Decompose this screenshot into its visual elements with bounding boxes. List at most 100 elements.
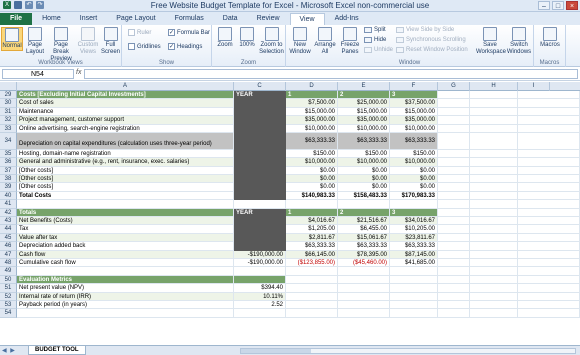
cell-e-50[interactable] xyxy=(338,275,390,285)
cell-i-50[interactable] xyxy=(518,275,580,285)
cell-d-51[interactable] xyxy=(286,284,338,293)
cell-i-48[interactable] xyxy=(518,259,580,268)
cell-h-41[interactable] xyxy=(470,200,518,209)
reset-window-position-button[interactable]: Reset Window Position xyxy=(396,47,468,53)
cell-d-34[interactable]: $63,333.33 xyxy=(286,133,338,150)
cell-h-51[interactable] xyxy=(470,284,518,293)
cell-e-34[interactable]: $63,333.33 xyxy=(338,133,390,150)
custom-views-button[interactable]: Custom Views xyxy=(77,27,99,56)
cell-c-45[interactable] xyxy=(234,233,286,243)
maximize-icon[interactable]: □ xyxy=(552,1,564,10)
cell-h-49[interactable] xyxy=(470,267,518,276)
synchronous-scrolling-button[interactable]: Synchronous Scrolling xyxy=(396,37,466,43)
cell-d-48[interactable]: ($123,855.00) xyxy=(286,259,338,268)
row-header[interactable]: 30 xyxy=(0,99,17,108)
cell-g-36[interactable] xyxy=(438,158,470,167)
cell-a-40[interactable]: Total Costs xyxy=(17,191,234,201)
cell-h-50[interactable] xyxy=(470,275,518,285)
cell-h-45[interactable] xyxy=(470,233,518,243)
name-box[interactable]: N54 xyxy=(2,69,74,79)
formula-input[interactable] xyxy=(84,69,578,79)
cell-a-37[interactable]: [Other costs] xyxy=(17,166,234,175)
cell-i-49[interactable] xyxy=(518,267,580,276)
cell-c-39[interactable] xyxy=(234,183,286,192)
page-break-preview-button[interactable]: Page Break Preview xyxy=(47,27,75,63)
cell-i-30[interactable] xyxy=(518,99,580,108)
cell-d-40[interactable]: $140,983.33 xyxy=(286,191,338,201)
cell-a-38[interactable]: [Other costs] xyxy=(17,175,234,184)
cell-a-29[interactable]: Costs [Excluding Initial Capital Investm… xyxy=(17,91,234,100)
cell-f-48[interactable]: $41,685.00 xyxy=(390,259,438,268)
cell-d-44[interactable]: $1,205.00 xyxy=(286,225,338,234)
cell-f-45[interactable]: $23,811.67 xyxy=(390,233,438,243)
cell-a-47[interactable]: Cash flow xyxy=(17,250,234,259)
horizontal-scrollbar[interactable] xyxy=(240,348,576,354)
cell-a-49[interactable] xyxy=(17,267,234,276)
cell-f-30[interactable]: $37,500.00 xyxy=(390,99,438,108)
cell-c-43[interactable] xyxy=(234,217,286,226)
cell-d-45[interactable]: $2,811.67 xyxy=(286,233,338,243)
row-header[interactable]: 45 xyxy=(0,233,17,243)
row-header[interactable]: 54 xyxy=(0,309,17,318)
cell-d-29[interactable]: 1 xyxy=(286,91,338,100)
cell-h-36[interactable] xyxy=(470,158,518,167)
cell-h-30[interactable] xyxy=(470,99,518,108)
cell-e-41[interactable] xyxy=(338,200,390,209)
tab-add-ins[interactable]: Add-Ins xyxy=(326,13,368,25)
tab-page-layout[interactable]: Page Layout xyxy=(107,13,164,25)
cell-i-54[interactable] xyxy=(518,309,580,318)
normal-view-button[interactable]: Normal xyxy=(1,27,23,51)
row-header[interactable]: 39 xyxy=(0,183,17,192)
row-header[interactable]: 47 xyxy=(0,250,17,259)
cell-g-30[interactable] xyxy=(438,99,470,108)
cell-c-32[interactable] xyxy=(234,116,286,125)
cell-c-48[interactable]: -$190,000.00 xyxy=(234,259,286,268)
row-header[interactable]: 49 xyxy=(0,267,17,276)
row-header[interactable]: 44 xyxy=(0,225,17,234)
cell-h-43[interactable] xyxy=(470,217,518,226)
cell-i-35[interactable] xyxy=(518,149,580,159)
fx-icon[interactable]: fx xyxy=(76,69,81,76)
cell-c-49[interactable] xyxy=(234,267,286,276)
cell-i-47[interactable] xyxy=(518,250,580,259)
cell-i-32[interactable] xyxy=(518,116,580,125)
cell-a-33[interactable]: Online advertising, search-engine regist… xyxy=(17,124,234,133)
column-header-c[interactable]: C xyxy=(234,82,286,91)
cell-g-34[interactable] xyxy=(438,133,470,150)
cell-g-54[interactable] xyxy=(438,309,470,318)
cell-i-34[interactable] xyxy=(518,133,580,150)
cell-a-44[interactable]: Tax xyxy=(17,225,234,234)
cell-d-46[interactable]: $63,333.33 xyxy=(286,242,338,251)
cell-f-37[interactable]: $0.00 xyxy=(390,166,438,175)
cell-i-45[interactable] xyxy=(518,233,580,243)
row-header[interactable]: 33 xyxy=(0,124,17,133)
cell-c-38[interactable] xyxy=(234,175,286,184)
cell-e-46[interactable]: $63,333.33 xyxy=(338,242,390,251)
cell-f-35[interactable]: $150.00 xyxy=(390,149,438,159)
row-header[interactable]: 52 xyxy=(0,292,17,301)
cell-e-53[interactable] xyxy=(338,301,390,310)
cell-d-38[interactable]: $0.00 xyxy=(286,175,338,184)
cell-f-51[interactable] xyxy=(390,284,438,293)
cell-f-42[interactable]: 3 xyxy=(390,208,438,217)
cell-c-50[interactable] xyxy=(234,275,286,285)
row-header[interactable]: 40 xyxy=(0,191,17,201)
row-header[interactable]: 50 xyxy=(0,275,17,285)
cell-a-43[interactable]: Net Benefits (Costs) xyxy=(17,217,234,226)
cell-e-42[interactable]: 2 xyxy=(338,208,390,217)
cell-e-33[interactable]: $10,000.00 xyxy=(338,124,390,133)
cell-f-29[interactable]: 3 xyxy=(390,91,438,100)
cell-f-47[interactable]: $87,145.00 xyxy=(390,250,438,259)
cell-d-39[interactable]: $0.00 xyxy=(286,183,338,192)
zoom-button[interactable]: Zoom xyxy=(215,27,235,49)
cell-i-36[interactable] xyxy=(518,158,580,167)
cell-i-39[interactable] xyxy=(518,183,580,192)
cell-c-52[interactable]: 10.11% xyxy=(234,292,286,301)
cell-h-47[interactable] xyxy=(470,250,518,259)
zoom-to-selection-button[interactable]: Zoom to Selection xyxy=(258,27,285,56)
cell-h-44[interactable] xyxy=(470,225,518,234)
cell-e-37[interactable]: $0.00 xyxy=(338,166,390,175)
cell-g-29[interactable] xyxy=(438,91,470,100)
cell-h-46[interactable] xyxy=(470,242,518,251)
cell-e-43[interactable]: $21,516.67 xyxy=(338,217,390,226)
